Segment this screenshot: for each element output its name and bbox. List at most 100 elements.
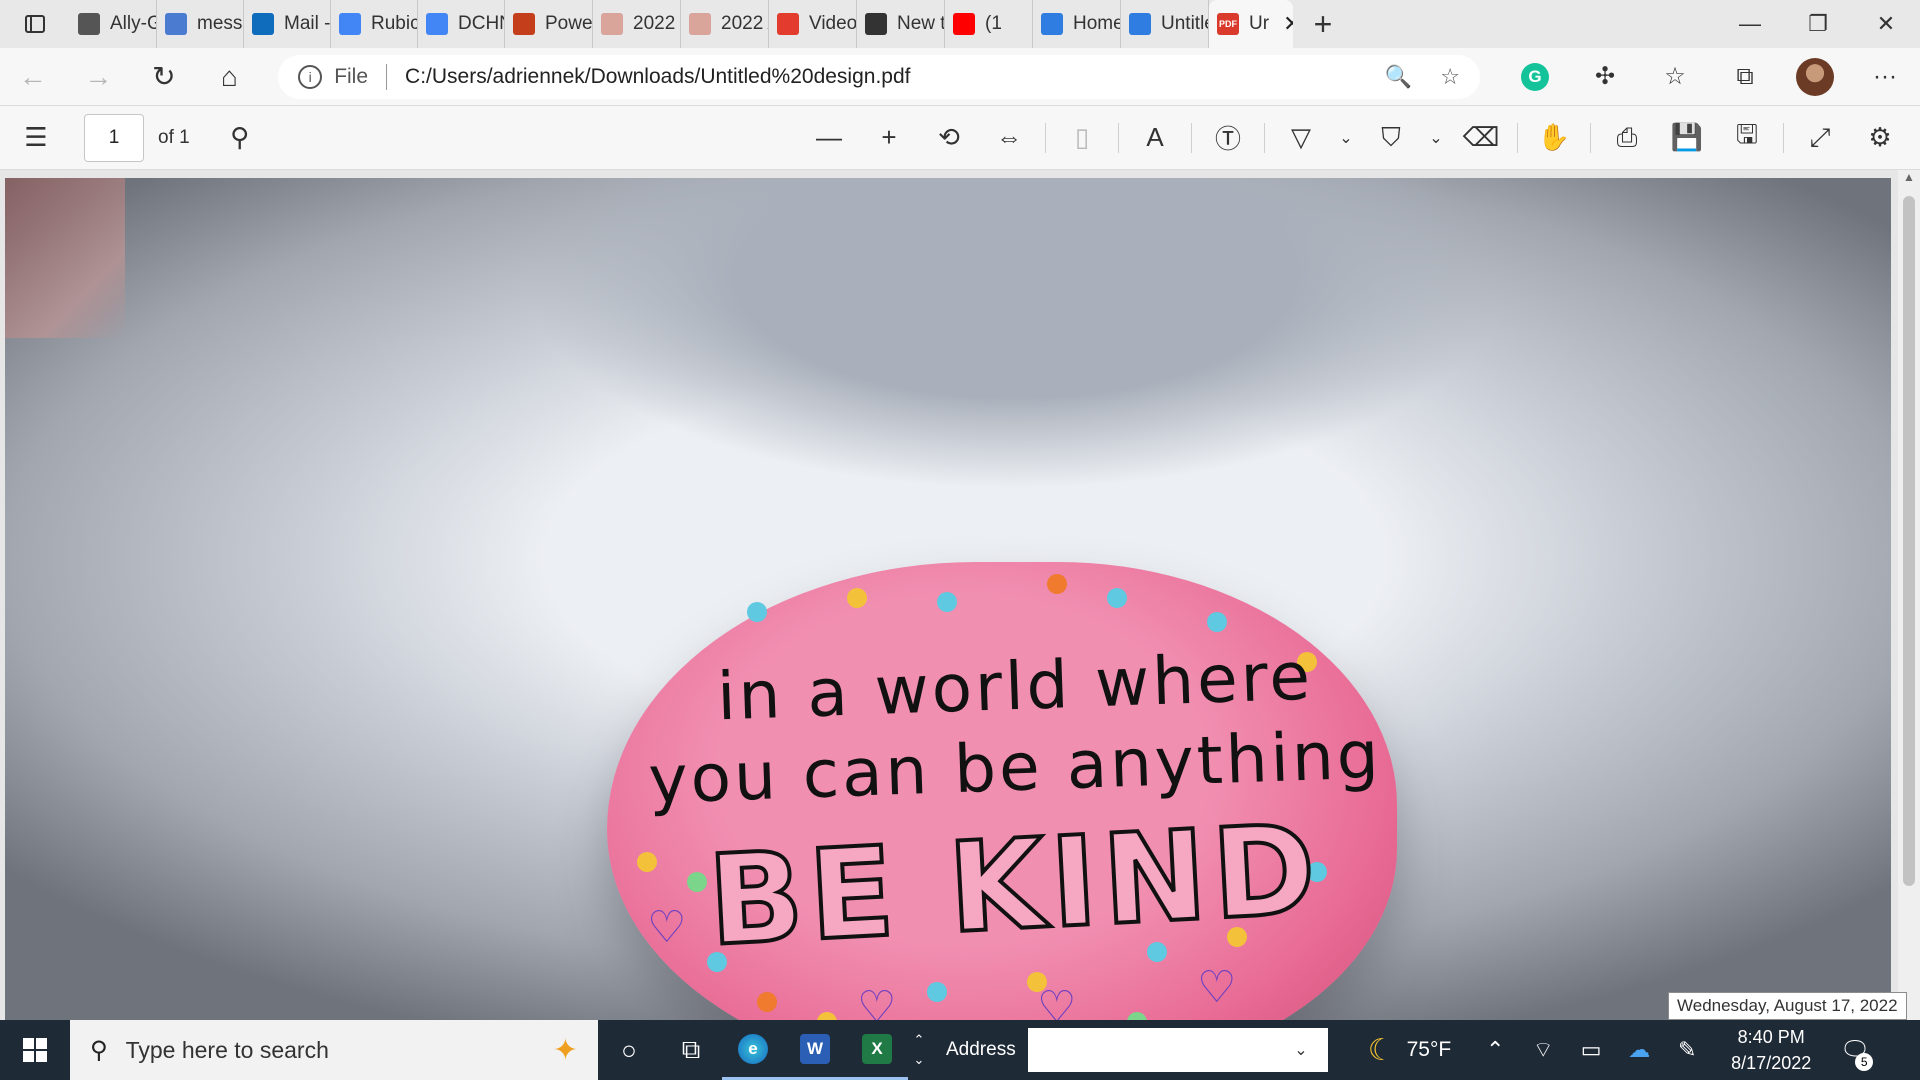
- add-favorite-icon[interactable]: ☆: [1440, 64, 1460, 90]
- tab[interactable]: Powerl: [505, 0, 593, 48]
- clock-date: 8/17/2022: [1731, 1053, 1812, 1073]
- cortana-button[interactable]: ○: [598, 1020, 660, 1080]
- start-button[interactable]: [0, 1020, 70, 1080]
- vertical-scrollbar[interactable]: ▲: [1898, 170, 1920, 1020]
- url-text[interactable]: C:/Users/adriennek/Downloads/Untitled%20…: [405, 65, 1357, 89]
- task-view-button[interactable]: ⧉: [660, 1020, 722, 1080]
- canva-icon: [1129, 13, 1151, 35]
- tab[interactable]: New ta: [857, 0, 945, 48]
- taskbar-search[interactable]: ⚲ Type here to search ✦: [70, 1020, 598, 1080]
- rotate-button[interactable]: ⟲: [919, 106, 979, 170]
- address-toolbar-input[interactable]: ⌄: [1027, 1028, 1328, 1072]
- toolbar-divider: [1517, 122, 1518, 153]
- tab-active[interactable]: PDF Ur ✕: [1209, 0, 1293, 48]
- toolbar-divider: [1590, 122, 1591, 153]
- rock-dot: [937, 592, 957, 612]
- toolbar-scroll[interactable]: ⌃ ⌄: [908, 1030, 930, 1070]
- navigation-bar: ← → ↻ ⌂ i File C:/Users/adriennek/Downlo…: [0, 48, 1920, 106]
- new-tab-button[interactable]: +: [1293, 0, 1353, 48]
- highlight-options-dropdown[interactable]: ⌄: [1421, 106, 1451, 170]
- tab-label: Powerl: [545, 13, 593, 34]
- draw-options-dropdown[interactable]: ⌄: [1331, 106, 1361, 170]
- highlight-button[interactable]: ⛉: [1361, 106, 1421, 170]
- show-hidden-icons-button[interactable]: ⌃: [1471, 1037, 1519, 1063]
- tab[interactable]: DCHN: [418, 0, 505, 48]
- tab[interactable]: Home: [1033, 0, 1121, 48]
- search-icon: ⚲: [90, 1036, 108, 1064]
- extensions-button[interactable]: ✣: [1570, 62, 1640, 91]
- clock[interactable]: 8:40 PM 8/17/2022: [1721, 1024, 1821, 1076]
- address-bar[interactable]: i File C:/Users/adriennek/Downloads/Unti…: [278, 54, 1481, 99]
- tab-label: (1: [985, 13, 1002, 34]
- zoom-out-icon[interactable]: 🔍: [1385, 64, 1412, 90]
- edge-icon: e: [738, 1033, 768, 1064]
- tab[interactable]: messa: [157, 0, 244, 48]
- close-tab-icon[interactable]: ✕: [1283, 11, 1293, 37]
- read-aloud-button[interactable]: A: [1125, 106, 1185, 170]
- profile-button[interactable]: [1780, 57, 1850, 96]
- task-view-icon: ⧉: [681, 1034, 701, 1064]
- page-total: of 1: [158, 126, 190, 148]
- refresh-button[interactable]: ↻: [131, 48, 197, 106]
- save-as-button[interactable]: 🖫: [1717, 106, 1777, 170]
- wifi-icon[interactable]: ⌔: [1519, 1036, 1567, 1064]
- scroll-up-icon[interactable]: ▲: [1898, 170, 1920, 190]
- save-button[interactable]: 💾: [1657, 106, 1717, 170]
- pdf-settings-button[interactable]: ⚙: [1850, 106, 1910, 170]
- chevron-down-icon[interactable]: ⌄: [1294, 1040, 1307, 1060]
- tab[interactable]: Untitle: [1121, 0, 1209, 48]
- touch-writing-button[interactable]: ✋: [1524, 106, 1584, 170]
- tab[interactable]: 2022 A: [681, 0, 769, 48]
- zoom-in-button[interactable]: +: [859, 106, 919, 170]
- page-view-button[interactable]: ▯: [1052, 106, 1112, 170]
- grammarly-extension-button[interactable]: G: [1500, 62, 1570, 91]
- scrollbar-thumb[interactable]: [1903, 196, 1915, 886]
- erase-button[interactable]: ⌫: [1451, 106, 1511, 170]
- home-button[interactable]: ⌂: [197, 48, 263, 106]
- tab[interactable]: Video: [769, 0, 857, 48]
- table-of-contents-button[interactable]: ☰: [6, 106, 66, 170]
- text-box-icon: Ⓣ: [1214, 124, 1241, 154]
- pen-icon[interactable]: ✎: [1663, 1037, 1711, 1063]
- restore-button[interactable]: ❐: [1784, 0, 1852, 48]
- battery-icon[interactable]: ▭: [1567, 1037, 1615, 1063]
- tab-label: 2022 N: [633, 13, 680, 34]
- edge-taskbar-button[interactable]: e: [722, 1020, 784, 1080]
- full-screen-button[interactable]: ⤢: [1790, 106, 1850, 170]
- fit-to-width-button[interactable]: ⇔: [979, 106, 1039, 170]
- gear-icon: ⚙: [1868, 122, 1892, 152]
- tab[interactable]: 2022 N: [593, 0, 681, 48]
- collections-button[interactable]: ⧉: [1710, 63, 1780, 91]
- tab-list: Ally-Gu messa Mail - Rubico DCHN Powerl 2022 N…: [70, 0, 1209, 48]
- weather-temperature: 75°F: [1406, 1038, 1452, 1061]
- print-button[interactable]: ⎙: [1597, 106, 1657, 170]
- onedrive-icon[interactable]: ☁: [1615, 1037, 1663, 1063]
- close-window-button[interactable]: ✕: [1852, 0, 1920, 48]
- add-text-button[interactable]: Ⓣ: [1198, 106, 1258, 170]
- weather-widget[interactable]: ☾ 75°F: [1368, 1033, 1452, 1068]
- chevron-up-icon[interactable]: ⌃: [908, 1030, 930, 1050]
- rock-dot: [847, 588, 867, 608]
- heart-icon: ♡: [1197, 963, 1237, 1012]
- word-taskbar-button[interactable]: W: [784, 1020, 846, 1080]
- back-button[interactable]: ←: [0, 48, 66, 106]
- find-button[interactable]: ⚲: [210, 106, 270, 170]
- chevron-down-icon[interactable]: ⌄: [908, 1050, 930, 1070]
- minimize-button[interactable]: —: [1716, 0, 1784, 48]
- pdf-viewer[interactable]: ♡ ♡ ♡ ♡ in a world where you can be anyt…: [0, 170, 1920, 1020]
- settings-more-button[interactable]: ···: [1850, 63, 1920, 91]
- page-number-input[interactable]: 1: [84, 113, 144, 162]
- excel-taskbar-button[interactable]: X: [846, 1020, 908, 1080]
- forward-button[interactable]: →: [66, 48, 132, 106]
- tab[interactable]: Rubico: [331, 0, 418, 48]
- info-icon[interactable]: i: [298, 64, 323, 89]
- tab-actions-button[interactable]: [0, 0, 70, 48]
- draw-button[interactable]: ▽: [1271, 106, 1331, 170]
- tab[interactable]: Ally-Gu: [70, 0, 157, 48]
- notification-center-button[interactable]: 🗨 5: [1831, 1036, 1879, 1071]
- favorites-button[interactable]: ☆: [1640, 62, 1710, 91]
- tab[interactable]: Mail -: [244, 0, 331, 48]
- tab[interactable]: (1: [945, 0, 1033, 48]
- zoom-out-button[interactable]: —: [799, 106, 859, 170]
- canva-icon: [1041, 13, 1063, 35]
